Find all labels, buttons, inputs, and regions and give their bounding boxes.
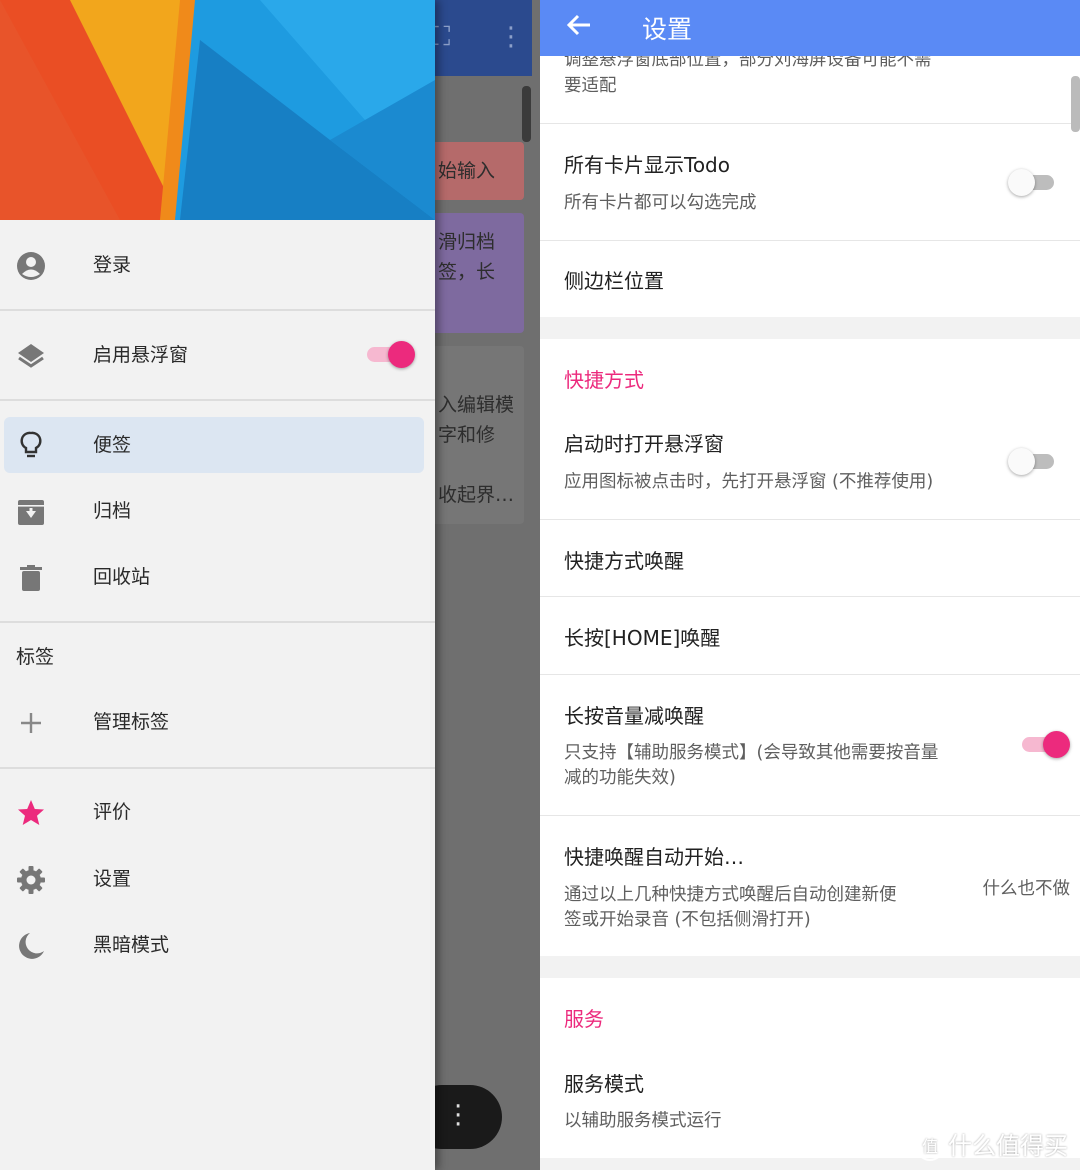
moon-icon [19,933,44,959]
back-arrow-icon[interactable] [564,10,594,40]
toggle-thumb [388,341,415,368]
setting-open-on-launch[interactable]: 启动时打开悬浮窗 应用图标被点击时，先打开悬浮窗 (不推荐使用) [540,404,1080,519]
category-title: 快捷方式 [564,368,644,392]
layers-icon [18,344,44,368]
background-note-card: 滑归档 签，长 [420,213,524,333]
settings-screen: 设置 调整悬浮窗底部位置，部分刘海屏设备可能不需 要适配 所有卡片显示Todo … [540,0,1080,1170]
background-card-text: 签，长 [438,261,496,283]
drawer-item-rate[interactable]: 评价 [0,779,435,845]
page-title: 设置 [642,15,693,44]
active-highlight [4,417,424,473]
floating-window-toggle[interactable] [365,341,415,368]
toggle-thumb [1008,169,1035,196]
drawer-item-label: 黑暗模式 [93,934,170,956]
drawer-item-label: 回收站 [93,566,151,588]
drawer-item-label: 管理标签 [93,711,170,733]
setting-title: 服务模式 [564,1072,644,1096]
setting-shortcut-wake[interactable]: 快捷方式唤醒 [540,520,1080,596]
drawer-item-label: 启用悬浮窗 [93,344,189,366]
divider [0,621,435,623]
navigation-drawer: 登录 启用悬浮窗 便签 归档 回收站 标签 管理标签 评价 设置 黑暗模式 [0,0,435,1170]
background-card-text: 始输入 [438,160,496,182]
drawer-item-floating-window[interactable]: 启用悬浮窗 [0,322,435,388]
watermark-text: 什么值得买 [948,1132,1068,1160]
trash-icon [20,565,42,591]
divider [0,767,435,769]
drawer-item-label: 设置 [93,868,132,890]
setting-auto-start[interactable]: 快捷唤醒自动开始… 通过以上几种快捷方式唤醒后自动创建新便 签或开始录音 (不包… [540,816,1080,956]
setting-title: 快捷方式唤醒 [564,549,684,573]
drawer-item-label: 登录 [93,254,132,276]
setting-summary: 应用图标被点击时，先打开悬浮窗 (不推荐使用) [564,472,934,492]
drawer-item-label: 评价 [93,801,132,823]
more-vert-icon: ⋮ [498,22,524,52]
watermark-logo: 值 [916,1133,944,1161]
drawer-item-label: 便签 [93,434,132,456]
divider [0,309,435,311]
background-card-text: 滑归档 [438,231,496,253]
background-card-text: 入编辑模 [438,394,515,416]
tags-section-title: 标签 [16,646,55,668]
toggle-thumb [1043,731,1070,758]
settings-scrollbar[interactable] [1071,76,1080,132]
setting-title: 长按[HOME]唤醒 [564,626,721,650]
drawer-item-trash[interactable]: 回收站 [0,544,435,610]
setting-title: 启动时打开悬浮窗 [564,432,724,456]
drawer-item-dark-mode[interactable]: 黑暗模式 [0,912,435,978]
watermark: 值什么值得买 [916,1126,1068,1161]
setting-summary: 只支持【辅助服务模式】(会导致其他需要按音量 [564,743,939,763]
drawer-item-label: 归档 [93,500,132,522]
setting-title: 侧边栏位置 [564,269,664,293]
drawer-item-notes[interactable]: 便签 [0,417,435,483]
setting-volume-down-wake[interactable]: 长按音量减唤醒 只支持【辅助服务模式】(会导致其他需要按音量 减的功能失效) [540,675,1080,815]
setting-value: 什么也不做 [982,879,1071,899]
setting-summary: 所有卡片都可以勾选完成 [564,193,757,213]
volume-down-wake-toggle[interactable] [1020,731,1070,758]
setting-all-cards-todo[interactable]: 所有卡片显示Todo 所有卡片都可以勾选完成 [540,124,1080,240]
background-note-card: 入编辑模 字和修 收起界… [420,346,524,524]
background-note-card: 始输入 [420,142,524,200]
setting-summary: 要适配 [564,76,617,96]
setting-summary: 减的功能失效) [564,768,676,788]
drawer-header-image [0,0,435,220]
drawer-screen: ⛶ ⋮ 始输入 滑归档 签，长 入编辑模 字和修 收起界… · · · 登录 启… [0,0,540,1170]
star-icon [18,800,44,825]
background-card-text: 收起界… [438,484,515,506]
setting-summary: 通过以上几种快捷方式唤醒后自动创建新便 [564,885,897,905]
divider [0,399,435,401]
account-circle-icon [17,252,45,280]
toggle-thumb [1008,448,1035,475]
add-icon [21,713,41,733]
gear-icon [17,866,45,894]
drawer-item-archive[interactable]: 归档 [0,478,435,544]
category-title: 服务 [564,1007,604,1031]
setting-title: 长按音量减唤醒 [564,704,704,728]
drawer-item-settings[interactable]: 设置 [0,846,435,912]
all-cards-todo-toggle[interactable] [1008,169,1056,196]
background-card-text: 字和修 [438,424,496,446]
setting-summary: 以辅助服务模式运行 [564,1111,722,1131]
setting-long-press-home[interactable]: 长按[HOME]唤醒 [540,597,1080,674]
drawer-item-manage-tags[interactable]: 管理标签 [0,689,435,755]
setting-title: 所有卡片显示Todo [564,153,730,177]
archive-icon [18,500,44,525]
background-scrollbar [522,86,531,142]
lightbulb-icon [20,431,42,458]
drawer-item-login[interactable]: 登录 [0,232,435,298]
more-vert-icon: · · · [454,1092,463,1140]
setting-sidebar-position[interactable]: 侧边栏位置 [540,241,1080,317]
settings-app-bar: 设置 [540,0,1080,56]
open-on-launch-toggle[interactable] [1008,448,1056,475]
setting-summary: 签或开始录音 (不包括侧滑打开) [564,910,811,930]
setting-title: 快捷唤醒自动开始… [564,845,744,869]
